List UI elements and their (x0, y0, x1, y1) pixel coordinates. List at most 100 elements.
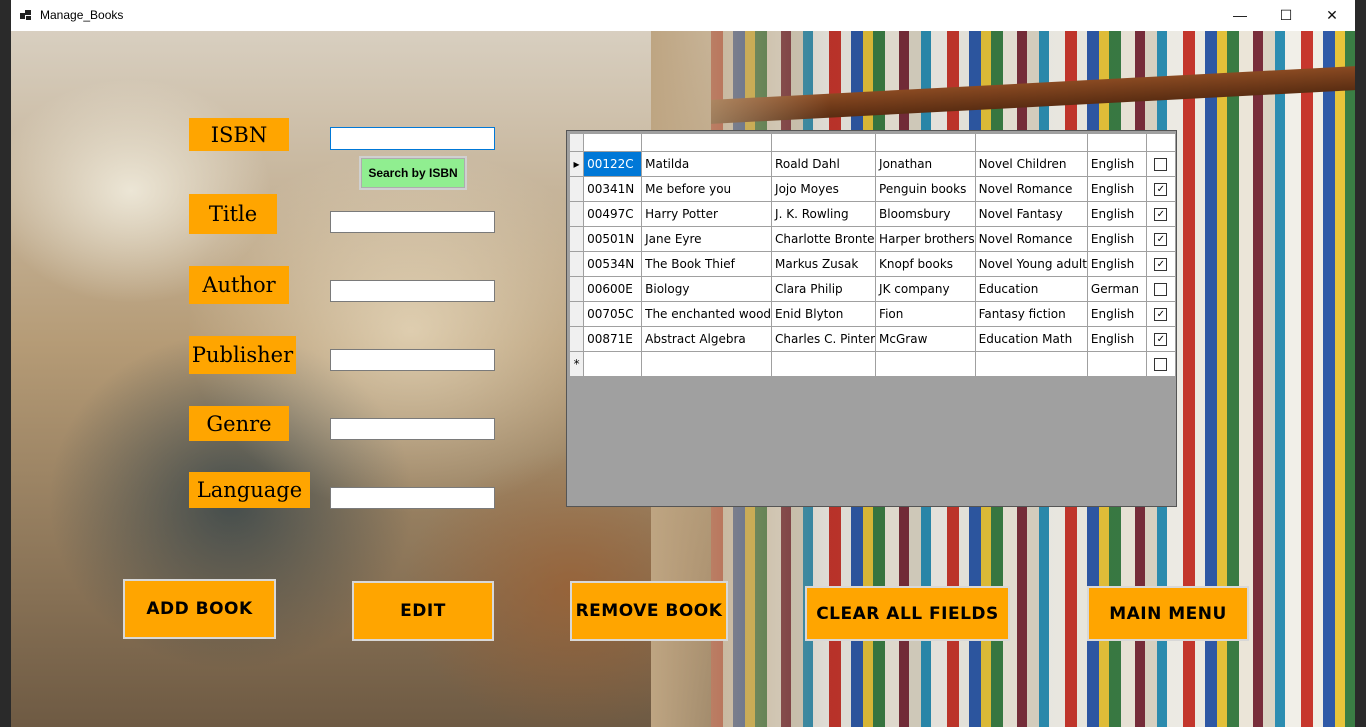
checkbox-empty-icon[interactable] (1154, 158, 1168, 171)
table-row[interactable]: ▸ 00122C Matilda Roald Dahl Jonathan Novel Ch… (568, 151, 1177, 177)
table-row[interactable]: 00871E Abstract Algebra Charles C. Pinter M… (568, 326, 1177, 352)
checkbox-empty-icon[interactable] (1154, 283, 1168, 296)
row-checkbox-cell[interactable] (1145, 351, 1177, 377)
table-cell[interactable]: Biology (641, 276, 773, 302)
row-header[interactable] (568, 251, 585, 277)
table-cell[interactable] (974, 351, 1088, 377)
table-cell[interactable]: English (1086, 176, 1147, 202)
checkbox-checked-icon[interactable]: ✓ (1154, 308, 1168, 321)
table-cell[interactable]: The enchanted wood (641, 301, 773, 327)
row-checkbox-cell[interactable]: ✓ (1145, 201, 1177, 227)
table-cell[interactable]: Jojo Moyes (771, 176, 877, 202)
table-cell[interactable]: English (1086, 151, 1147, 177)
table-cell[interactable]: 00497C (583, 201, 643, 227)
table-cell[interactable]: McGraw (875, 326, 976, 352)
row-checkbox-cell[interactable]: ✓ (1145, 326, 1177, 352)
table-cell[interactable]: 00534N (583, 251, 643, 277)
table-cell[interactable] (641, 351, 773, 377)
table-cell[interactable]: 00705C (583, 301, 643, 327)
table-cell[interactable]: 00122C (583, 151, 643, 177)
table-cell[interactable]: Roald Dahl (771, 151, 877, 177)
row-header[interactable] (568, 176, 585, 202)
row-header[interactable] (568, 226, 585, 252)
table-cell[interactable]: Me before you (641, 176, 773, 202)
new-row[interactable]: * (568, 351, 1177, 377)
table-row[interactable]: 00600E Biology Clara Philip JK company Educa… (568, 276, 1177, 302)
table-cell[interactable]: Novel Children (974, 151, 1088, 177)
checkbox-checked-icon[interactable]: ✓ (1154, 208, 1168, 221)
table-cell[interactable]: Jonathan (875, 151, 976, 177)
column-header[interactable] (771, 133, 877, 152)
table-row[interactable]: 00705C The enchanted wood Enid Blyton Fion F… (568, 301, 1177, 327)
table-cell[interactable]: Fion (875, 301, 976, 327)
table-cell[interactable]: 00341N (583, 176, 643, 202)
table-cell[interactable]: Charles C. Pinter (771, 326, 877, 352)
table-cell[interactable]: Novel Romance (974, 176, 1088, 202)
clear-all-fields-button[interactable]: CLEAR ALL FIELDS (805, 586, 1010, 641)
author-input[interactable] (330, 280, 495, 302)
table-cell[interactable]: Enid Blyton (771, 301, 877, 327)
table-cell[interactable]: English (1086, 251, 1147, 277)
table-cell[interactable] (1086, 351, 1147, 377)
row-checkbox-cell[interactable] (1145, 276, 1177, 302)
title-input[interactable] (330, 211, 495, 233)
table-row[interactable]: 00497C Harry Potter J. K. Rowling Bloomsbur… (568, 201, 1177, 227)
close-button[interactable]: ✕ (1309, 0, 1355, 31)
row-header[interactable]: ▸ (568, 151, 585, 177)
table-cell[interactable]: Abstract Algebra (641, 326, 773, 352)
checkbox-checked-icon[interactable]: ✓ (1154, 258, 1168, 271)
row-header[interactable] (568, 326, 585, 352)
row-header[interactable] (568, 201, 585, 227)
table-cell[interactable]: Fantasy fiction (974, 301, 1088, 327)
maximize-button[interactable]: ☐ (1263, 0, 1309, 31)
edit-button[interactable]: EDIT (352, 581, 494, 641)
table-cell[interactable]: Education (974, 276, 1088, 302)
table-cell[interactable] (875, 351, 976, 377)
table-cell[interactable]: Novel Romance (974, 226, 1088, 252)
remove-book-button[interactable]: REMOVE BOOK (570, 581, 728, 641)
column-header[interactable] (1086, 133, 1147, 152)
table-cell[interactable] (583, 351, 643, 377)
table-cell[interactable]: Bloomsbury (875, 201, 976, 227)
new-row-indicator[interactable]: * (568, 351, 585, 377)
checkbox-empty-icon[interactable] (1154, 358, 1168, 371)
row-checkbox-cell[interactable] (1145, 151, 1177, 177)
checkbox-checked-icon[interactable]: ✓ (1154, 233, 1168, 246)
table-cell[interactable]: 00501N (583, 226, 643, 252)
table-cell[interactable]: Clara Philip (771, 276, 877, 302)
column-header[interactable] (1145, 133, 1177, 152)
isbn-input[interactable] (330, 127, 495, 150)
table-cell[interactable]: English (1086, 326, 1147, 352)
table-cell[interactable]: Charlotte Bronte (771, 226, 877, 252)
table-cell[interactable] (771, 351, 877, 377)
table-cell[interactable]: Novel Fantasy (974, 201, 1088, 227)
language-input[interactable] (330, 487, 495, 509)
table-row[interactable]: 00341N Me before you Jojo Moyes Penguin boo… (568, 176, 1177, 202)
table-cell[interactable]: 00871E (583, 326, 643, 352)
column-header[interactable] (875, 133, 976, 152)
table-cell[interactable]: Knopf books (875, 251, 976, 277)
table-cell[interactable]: J. K. Rowling (771, 201, 877, 227)
table-cell[interactable]: English (1086, 201, 1147, 227)
main-menu-button[interactable]: MAIN MENU (1087, 586, 1249, 641)
table-cell[interactable]: German (1086, 276, 1147, 302)
row-checkbox-cell[interactable]: ✓ (1145, 226, 1177, 252)
table-cell[interactable]: English (1086, 226, 1147, 252)
column-header[interactable] (641, 133, 773, 152)
genre-input[interactable] (330, 418, 495, 440)
publisher-input[interactable] (330, 349, 495, 371)
table-cell[interactable]: 00600E (583, 276, 643, 302)
column-header[interactable] (583, 133, 643, 152)
row-header[interactable] (568, 276, 585, 302)
row-checkbox-cell[interactable]: ✓ (1145, 251, 1177, 277)
checkbox-checked-icon[interactable]: ✓ (1154, 183, 1168, 196)
table-cell[interactable]: English (1086, 301, 1147, 327)
table-row[interactable]: 00534N The Book Thief Markus Zusak Knopf bo… (568, 251, 1177, 277)
row-checkbox-cell[interactable]: ✓ (1145, 301, 1177, 327)
books-grid[interactable]: ▸ 00122C Matilda Roald Dahl Jonathan Novel Ch… (566, 130, 1177, 507)
row-header[interactable] (568, 301, 585, 327)
table-cell[interactable]: Harry Potter (641, 201, 773, 227)
table-cell[interactable]: Penguin books (875, 176, 976, 202)
table-cell[interactable]: The Book Thief (641, 251, 773, 277)
table-cell[interactable]: Markus Zusak (771, 251, 877, 277)
